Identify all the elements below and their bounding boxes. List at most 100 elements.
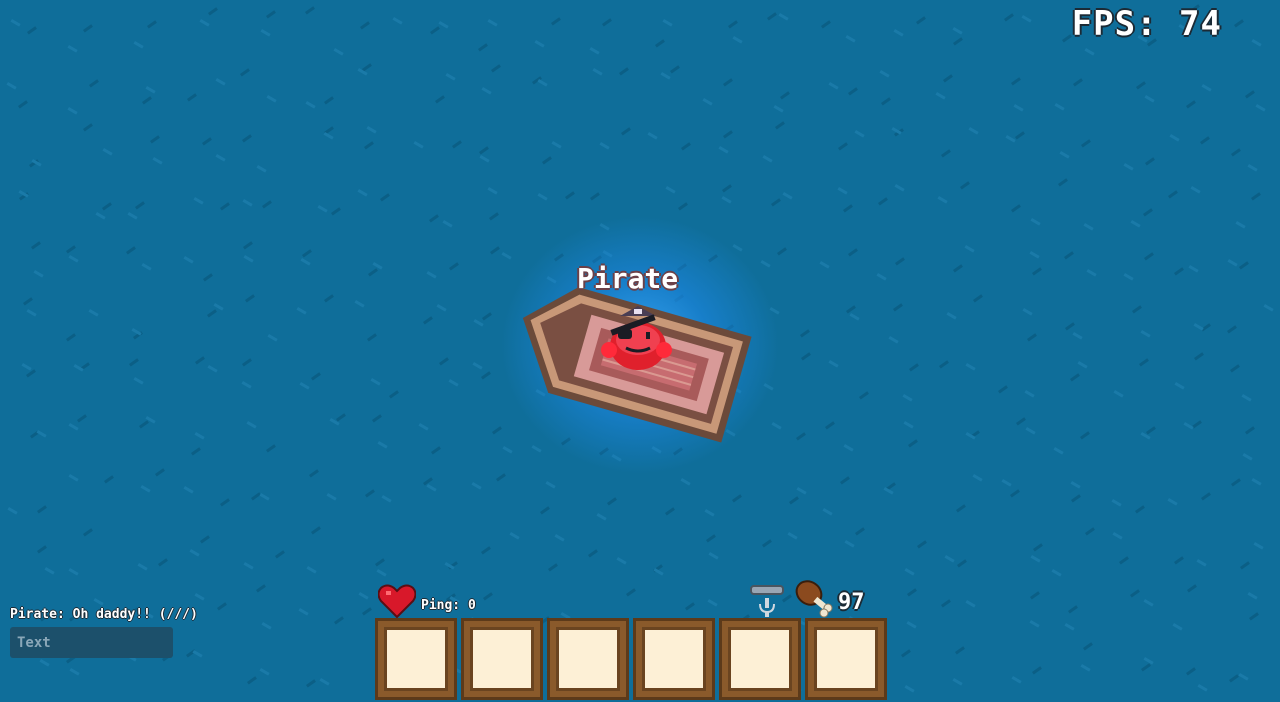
water-ripple (473, 319, 484, 327)
water-ripple (472, 362, 483, 370)
water-ripple (376, 569, 387, 577)
water-ripple (789, 496, 799, 505)
water-ripple (964, 244, 975, 253)
water-ripple (483, 592, 493, 601)
heart-icon (378, 584, 416, 618)
water-ripple (261, 622, 272, 630)
water-ripple (1194, 352, 1204, 361)
water-ripple (66, 245, 76, 254)
water-ripple (439, 357, 449, 366)
hotbar-slot-6[interactable] (805, 618, 887, 700)
water-ripple (589, 46, 600, 55)
water-ripple (448, 379, 459, 387)
water-ripple (718, 145, 729, 154)
water-ripple (848, 248, 858, 257)
water-ripple (127, 211, 138, 220)
water-ripple (616, 556, 627, 565)
water-ripple (220, 498, 230, 507)
water-ripple (1247, 592, 1258, 600)
water-ripple (1021, 14, 1032, 23)
water-ripple (796, 486, 807, 495)
hotbar-slot-5[interactable] (719, 618, 801, 700)
hotbar-slot-3[interactable] (547, 618, 629, 700)
water-ripple (68, 254, 79, 263)
water-ripple (1239, 261, 1249, 270)
water-ripple (1234, 19, 1244, 28)
water-ripple (305, 101, 316, 109)
water-ripple (509, 531, 520, 540)
water-ripple (192, 649, 203, 658)
water-ripple (777, 247, 787, 256)
microphone-icon[interactable] (749, 582, 785, 620)
water-ripple (1068, 605, 1078, 614)
water-ripple (1015, 131, 1025, 140)
water-ripple (1144, 252, 1154, 261)
water-ripple (1062, 34, 1072, 43)
water-ripple (1081, 139, 1091, 148)
game-viewport[interactable]: Pirate FPS: 74 Pirate: Oh daddy!! (///) … (0, 0, 1280, 702)
water-ripple (364, 141, 374, 150)
water-ripple (1053, 447, 1064, 455)
water-ripple (1172, 622, 1183, 631)
water-ripple (242, 358, 252, 367)
chat-input[interactable] (10, 627, 173, 658)
water-ripple (135, 201, 145, 210)
water-ripple (442, 219, 453, 228)
water-ripple (157, 558, 168, 567)
water-ripple (358, 592, 369, 600)
water-ripple (452, 140, 462, 149)
water-ripple (95, 212, 106, 220)
water-ripple (728, 20, 738, 29)
water-ripple (935, 92, 946, 100)
water-ripple (1186, 100, 1196, 109)
water-ripple (800, 329, 810, 338)
water-ripple (838, 142, 848, 151)
water-ripple (207, 309, 217, 318)
water-ripple (537, 192, 548, 201)
water-ripple (27, 26, 37, 35)
water-ripple (183, 256, 194, 264)
water-ripple (590, 192, 600, 201)
hotbar-slot-4[interactable] (633, 618, 715, 700)
water-ripple (76, 414, 87, 423)
water-ripple (426, 271, 437, 279)
water-ripple (101, 202, 112, 211)
water-ripple (732, 35, 743, 44)
water-ripple (36, 545, 47, 554)
water-ripple (1032, 267, 1042, 276)
water-ripple (243, 254, 254, 263)
water-ripple (906, 620, 917, 629)
water-ripple (1011, 676, 1022, 684)
water-ripple (133, 377, 144, 385)
water-ripple (596, 513, 607, 521)
water-ripple (1139, 358, 1149, 367)
water-ripple (828, 82, 839, 90)
water-ripple (956, 504, 966, 513)
water-ripple (848, 87, 858, 96)
water-ripple (481, 312, 492, 321)
water-ripple (305, 6, 315, 15)
water-ripple (1029, 619, 1040, 628)
water-ripple (796, 432, 806, 441)
water-ripple (133, 41, 144, 49)
water-ripple (1168, 190, 1178, 199)
water-ripple (973, 294, 983, 303)
water-ripple (944, 555, 955, 563)
water-ripple (1009, 489, 1020, 498)
hotbar-slot-2[interactable] (461, 618, 543, 700)
water-ripple (1080, 431, 1090, 440)
water-ripple (880, 97, 891, 106)
water-ripple (83, 24, 93, 33)
hotbar-slot-1[interactable] (375, 618, 457, 700)
hotbar-slot-fill (384, 627, 448, 691)
water-ripple (665, 185, 676, 194)
water-ripple (487, 187, 498, 195)
water-ripple (219, 202, 230, 211)
water-ripple (331, 207, 341, 216)
water-ripple (311, 372, 321, 381)
water-ripple (299, 381, 310, 390)
water-ripple (903, 421, 914, 429)
water-ripple (1025, 426, 1036, 435)
water-ripple (904, 685, 915, 693)
water-ripple (1051, 569, 1062, 577)
